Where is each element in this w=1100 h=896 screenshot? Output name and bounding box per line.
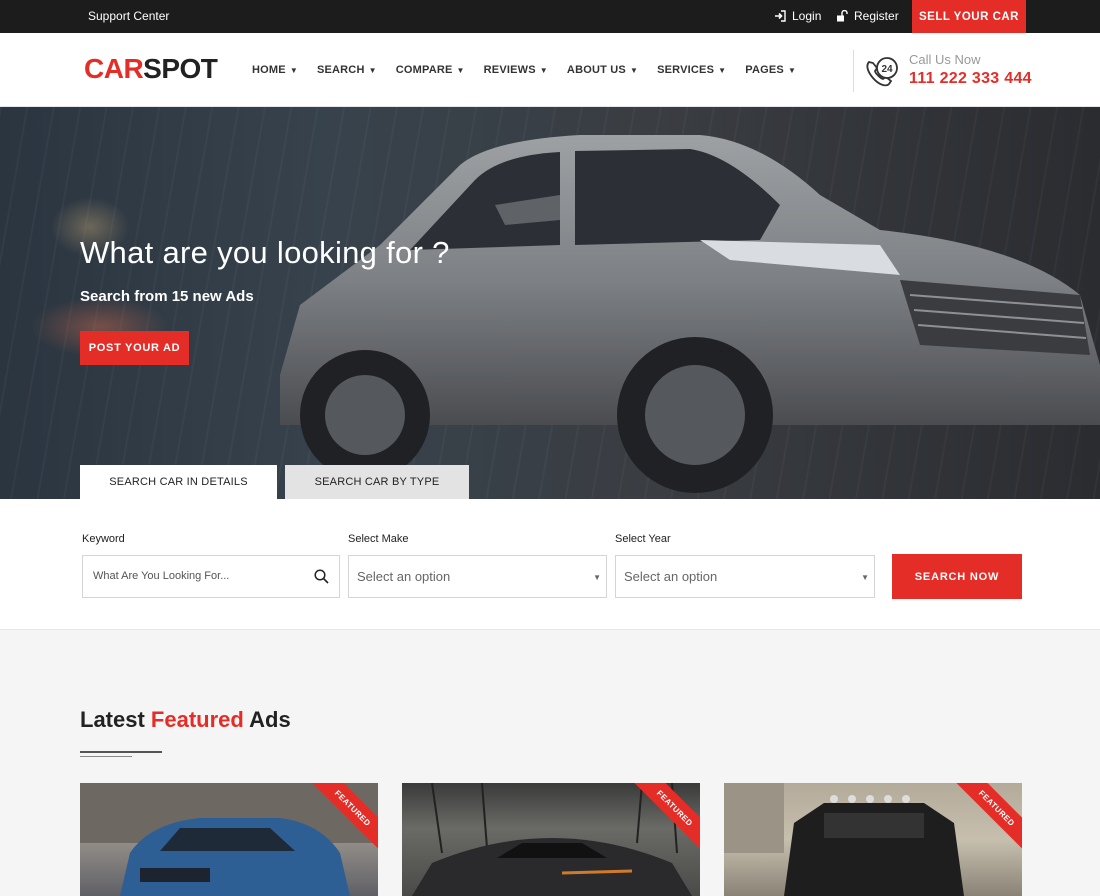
title-underline-short [80,756,132,757]
nav-pages-label: PAGES [745,64,784,76]
logo-spot: SPOT [143,53,218,84]
suv-car-image [280,135,1100,493]
nav-about-us[interactable]: ABOUT US ▼ [567,64,638,76]
featured-ad-card[interactable]: FEATURED [402,783,700,896]
chevron-down-icon: ▼ [456,65,465,75]
make-selected-value: Select an option [357,569,451,584]
sell-your-car-button[interactable]: SELL YOUR CAR [912,0,1026,33]
sign-in-icon [774,10,786,22]
search-icon [314,569,329,589]
phone-badge-text: 24 [881,64,893,75]
nav-reviews[interactable]: REVIEWS ▼ [484,64,548,76]
register-label: Register [854,9,899,23]
nav-pages[interactable]: PAGES ▼ [745,64,796,76]
call-us-box: 24 Call Us Now 111 222 333 444 [853,50,1033,94]
nav-compare[interactable]: COMPARE ▼ [396,64,465,76]
year-select[interactable]: Select an option ▼ [615,555,875,598]
hero-banner: What are you looking for ? Search from 1… [0,107,1100,499]
keyword-input[interactable]: What Are You Looking For... [82,555,340,598]
nav-about-us-label: ABOUT US [566,64,626,76]
featured-section-title: Latest Featured Ads [80,707,291,733]
call-number[interactable]: 111 222 333 444 [909,70,1032,88]
nav-home-label: HOME [252,64,286,76]
make-select[interactable]: Select an option ▼ [348,555,607,598]
top-bar: Support Center Login Register SELL YOUR … [0,0,1100,33]
login-link[interactable]: Login [774,9,821,23]
site-logo[interactable]: CARSPOT [84,53,218,85]
call-label: Call Us Now [909,52,981,67]
login-label: Login [792,9,822,23]
tab-search-in-details[interactable]: SEARCH CAR IN DETAILS [80,465,277,499]
chevron-down-icon: ▼ [368,65,377,75]
chevron-down-icon: ▼ [629,65,639,75]
support-center-link[interactable]: Support Center [88,9,169,23]
post-your-ad-button[interactable]: POST YOUR AD [80,331,189,365]
register-link[interactable]: Register [836,9,899,23]
keyword-placeholder: What Are You Looking For... [93,570,230,582]
title-underline [80,751,162,753]
unlock-icon [836,10,848,22]
nav-compare-label: COMPARE [395,64,453,76]
year-selected-value: Select an option [624,569,718,584]
chevron-down-icon: ▼ [539,65,548,75]
nav-home[interactable]: HOME ▼ [252,64,298,76]
chevron-down-icon: ▼ [289,65,298,75]
hero-title: What are you looking for ? [80,235,450,270]
tab-search-by-type[interactable]: SEARCH CAR BY TYPE [285,465,469,499]
make-label: Select Make [348,533,409,545]
phone-24-icon: 24 [863,56,903,95]
nav-reviews-label: REVIEWS [483,64,536,76]
search-panel: Keyword What Are You Looking For... Sele… [0,499,1100,630]
caret-down-icon: ▼ [861,573,869,582]
nav-search[interactable]: SEARCH ▼ [317,64,377,76]
caret-down-icon: ▼ [593,573,601,582]
search-now-button[interactable]: SEARCH NOW [892,554,1022,599]
hero-subtitle: Search from 15 new Ads [80,288,254,305]
title-latest: Latest [80,707,145,732]
nav-services-label: SERVICES [657,64,715,76]
chevron-down-icon: ▼ [787,65,797,75]
main-nav: HOME ▼ SEARCH ▼ COMPARE ▼ REVIEWS ▼ ABOUT US… [252,64,815,76]
divider [853,50,854,92]
title-featured: Featured [150,707,244,732]
featured-ad-card[interactable]: FEATURED [724,783,1022,896]
title-ads: Ads [249,707,291,732]
year-label: Select Year [615,533,671,545]
logo-car: CAR [84,53,144,84]
chevron-down-icon: ▼ [718,65,727,75]
nav-search-label: SEARCH [316,64,365,76]
main-header: CARSPOT HOME ▼ SEARCH ▼ COMPARE ▼ REVIEWS ▼ … [0,33,1100,107]
featured-ad-card[interactable]: FEATURED [80,783,378,896]
nav-services[interactable]: SERVICES ▼ [657,64,726,76]
keyword-label: Keyword [82,533,125,545]
